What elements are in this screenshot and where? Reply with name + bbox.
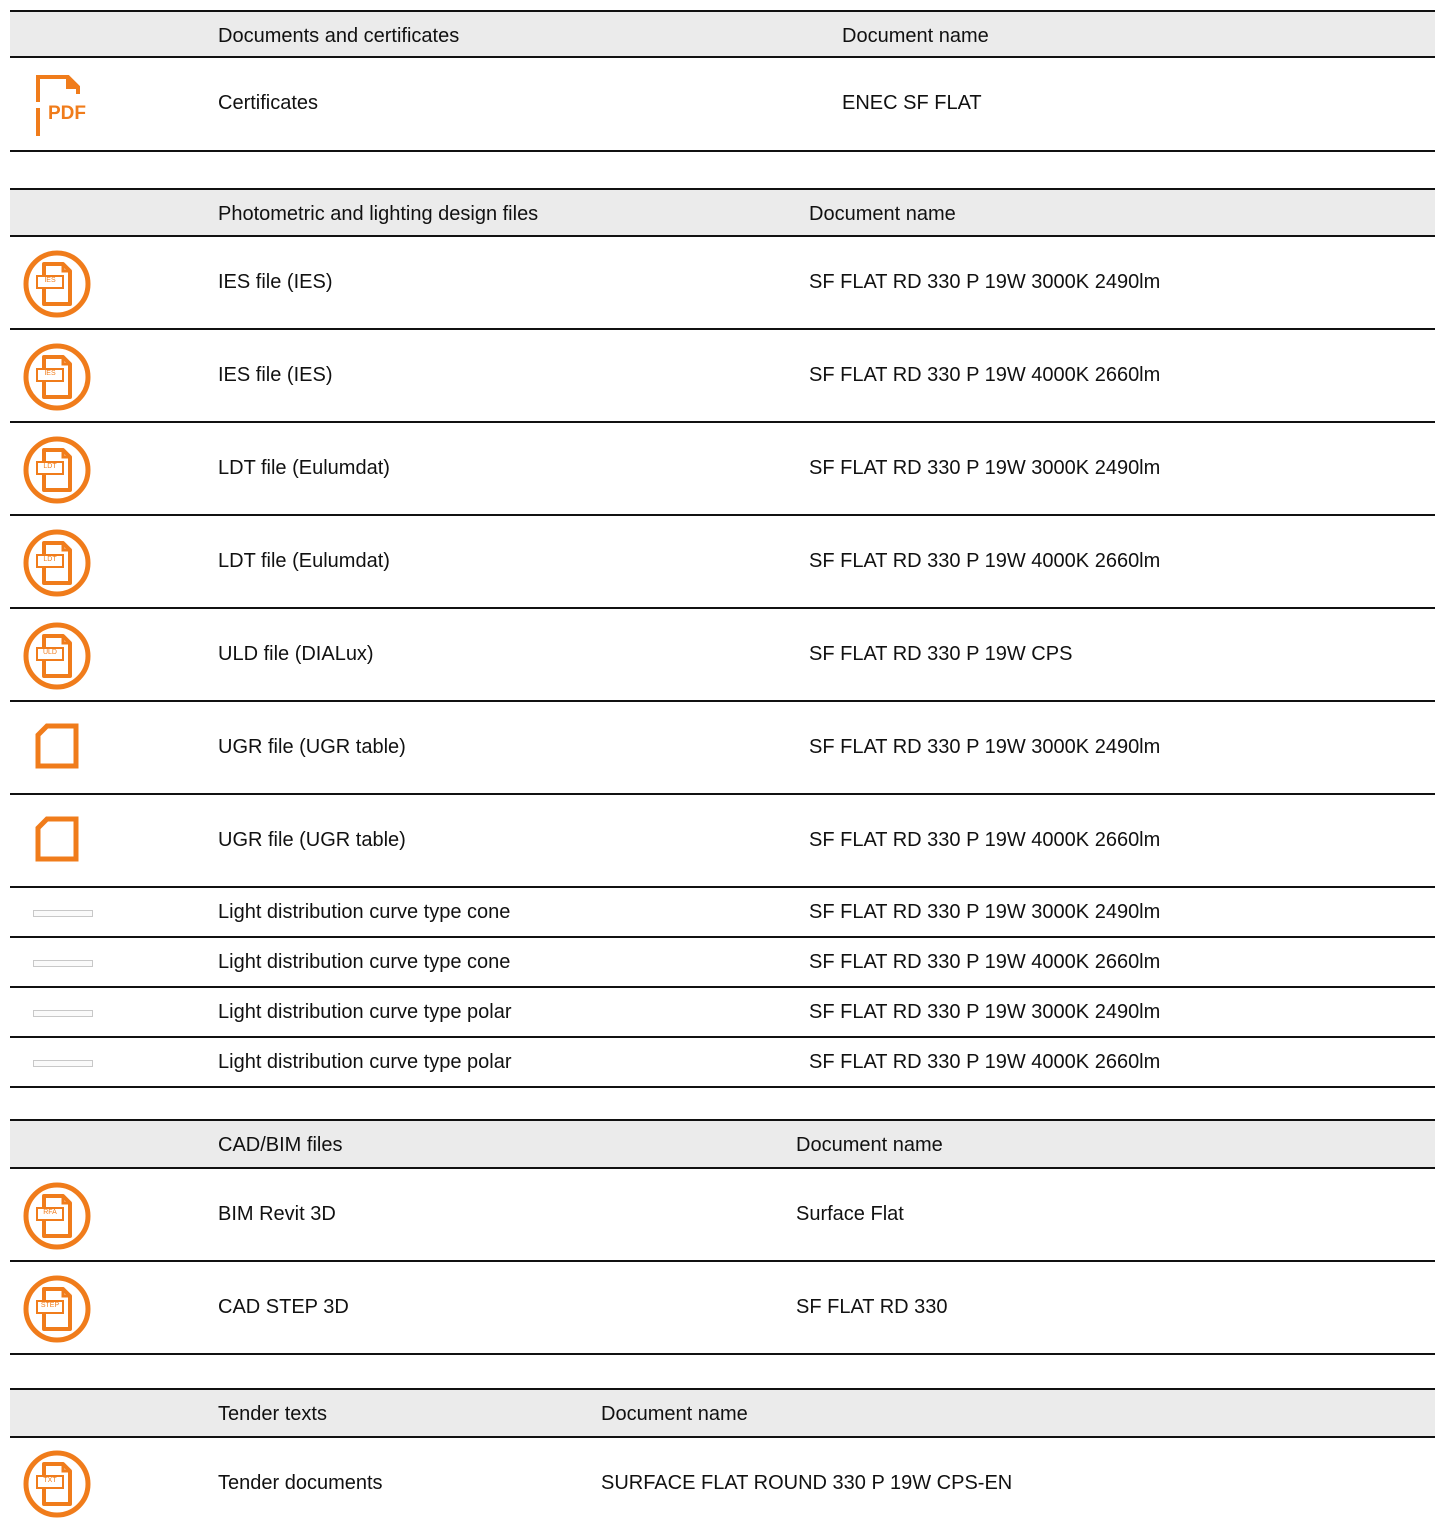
step-file-icon[interactable]: STEP — [22, 1274, 92, 1344]
rfa-file-icon[interactable]: RFA — [22, 1181, 92, 1251]
document-type: UGR file (UGR table) — [218, 736, 406, 758]
ies-file-icon[interactable]: IES — [22, 342, 92, 412]
document-name-link[interactable]: SF FLAT RD 330 P 19W 4000K 2660lm — [809, 364, 1160, 387]
document-name-link[interactable]: SF FLAT RD 330 P 19W 3000K 2490lm — [809, 736, 1160, 759]
document-type: CAD STEP 3D — [218, 1296, 349, 1318]
document-name-header: Document name — [601, 1403, 748, 1425]
document-type: BIM Revit 3D — [218, 1203, 336, 1225]
document-row[interactable]: ULD ULD file (DIALux) SF FLAT RD 330 P 1… — [10, 609, 1435, 702]
txt-file-icon[interactable]: TXT — [22, 1449, 92, 1519]
document-row[interactable]: IES IES file (IES) SF FLAT RD 330 P 19W … — [10, 330, 1435, 423]
document-name-link[interactable]: SF FLAT RD 330 P 19W 4000K 2660lm — [809, 829, 1160, 852]
blank-file-icon[interactable] — [32, 814, 82, 864]
document-type: UGR file (UGR table) — [218, 829, 406, 851]
document-name-link[interactable]: Surface Flat — [796, 1203, 904, 1226]
document-name-header: Document name — [809, 203, 956, 225]
document-row[interactable]: RFA BIM Revit 3D Surface Flat — [10, 1169, 1435, 1262]
document-name-link[interactable]: SF FLAT RD 330 P 19W 4000K 2660lm — [809, 550, 1160, 573]
document-type: Light distribution curve type polar — [218, 1001, 512, 1023]
pdf-icon[interactable]: PDF — [30, 72, 94, 142]
document-row[interactable]: TXT Tender documents SURFACE FLAT ROUND … — [10, 1438, 1435, 1524]
document-type: Light distribution curve type cone — [218, 951, 511, 973]
tender-texts-section: Tender texts Document name TXT Tender do… — [10, 1388, 1435, 1524]
document-type: IES file (IES) — [218, 364, 333, 386]
document-type: ULD file (DIALux) — [218, 643, 374, 665]
thumbnail-placeholder-icon[interactable] — [33, 1010, 93, 1017]
document-type: LDT file (Eulumdat) — [218, 457, 390, 479]
cad-bim-section: CAD/BIM files Document name RFA BIM Revi… — [10, 1119, 1435, 1355]
document-name-link[interactable]: SF FLAT RD 330 P 19W 3000K 2490lm — [809, 271, 1160, 294]
section-title: Photometric and lighting design files — [218, 203, 539, 225]
thumbnail-placeholder-icon[interactable] — [33, 960, 93, 967]
section-title: Tender texts — [218, 1403, 327, 1425]
section-header: Photometric and lighting design files Do… — [10, 188, 1435, 237]
document-name-link[interactable]: SURFACE FLAT ROUND 330 P 19W CPS-EN — [601, 1472, 1012, 1495]
document-name-header: Document name — [842, 25, 989, 47]
document-name-link[interactable]: ENEC SF FLAT — [842, 92, 982, 115]
document-row[interactable]: Light distribution curve type polar SF F… — [10, 988, 1435, 1038]
document-name-header: Document name — [796, 1134, 943, 1156]
thumbnail-placeholder-icon[interactable] — [33, 910, 93, 917]
document-type: Tender documents — [218, 1472, 383, 1494]
ldt-file-icon[interactable]: LDT — [22, 435, 92, 505]
document-row[interactable]: STEP CAD STEP 3D SF FLAT RD 330 — [10, 1262, 1435, 1355]
document-type: IES file (IES) — [218, 271, 333, 293]
document-name-link[interactable]: SF FLAT RD 330 P 19W 4000K 2660lm — [809, 951, 1160, 974]
document-row[interactable]: Light distribution curve type cone SF FL… — [10, 938, 1435, 988]
document-row[interactable]: Light distribution curve type cone SF FL… — [10, 888, 1435, 938]
section-title: Documents and certificates — [218, 25, 460, 47]
document-row[interactable]: Light distribution curve type polar SF F… — [10, 1038, 1435, 1088]
section-header: Documents and certificates Document name — [10, 10, 1435, 58]
section-header: Tender texts Document name — [10, 1388, 1435, 1438]
document-row[interactable]: IES IES file (IES) SF FLAT RD 330 P 19W … — [10, 237, 1435, 330]
section-title: CAD/BIM files — [218, 1134, 343, 1156]
document-name-link[interactable]: SF FLAT RD 330 — [796, 1296, 948, 1319]
document-type: Light distribution curve type cone — [218, 901, 511, 923]
document-type: LDT file (Eulumdat) — [218, 550, 390, 572]
photometric-section: Photometric and lighting design files Do… — [10, 188, 1435, 1088]
ldt-file-icon[interactable]: LDT — [22, 528, 92, 598]
document-name-link[interactable]: SF FLAT RD 330 P 19W 3000K 2490lm — [809, 457, 1160, 480]
document-row[interactable]: UGR file (UGR table) SF FLAT RD 330 P 19… — [10, 702, 1435, 795]
document-name-link[interactable]: SF FLAT RD 330 P 19W 3000K 2490lm — [809, 901, 1160, 924]
uld-file-icon[interactable]: ULD — [22, 621, 92, 691]
document-type: Light distribution curve type polar — [218, 1051, 512, 1073]
ies-file-icon[interactable]: IES — [22, 249, 92, 319]
blank-file-icon[interactable] — [32, 721, 82, 771]
thumbnail-placeholder-icon[interactable] — [33, 1060, 93, 1067]
document-row[interactable]: LDT LDT file (Eulumdat) SF FLAT RD 330 P… — [10, 423, 1435, 516]
document-name-link[interactable]: SF FLAT RD 330 P 19W CPS — [809, 643, 1072, 666]
document-row[interactable]: LDT LDT file (Eulumdat) SF FLAT RD 330 P… — [10, 516, 1435, 609]
document-name-link[interactable]: SF FLAT RD 330 P 19W 4000K 2660lm — [809, 1051, 1160, 1074]
document-row[interactable]: UGR file (UGR table) SF FLAT RD 330 P 19… — [10, 795, 1435, 888]
documents-certificates-section: Documents and certificates Document name… — [10, 10, 1435, 152]
document-name-link[interactable]: SF FLAT RD 330 P 19W 3000K 2490lm — [809, 1001, 1160, 1024]
document-type: Certificates — [218, 92, 319, 114]
document-row[interactable]: PDF Certificates ENEC SF FLAT — [10, 58, 1435, 152]
section-header: CAD/BIM files Document name — [10, 1119, 1435, 1169]
